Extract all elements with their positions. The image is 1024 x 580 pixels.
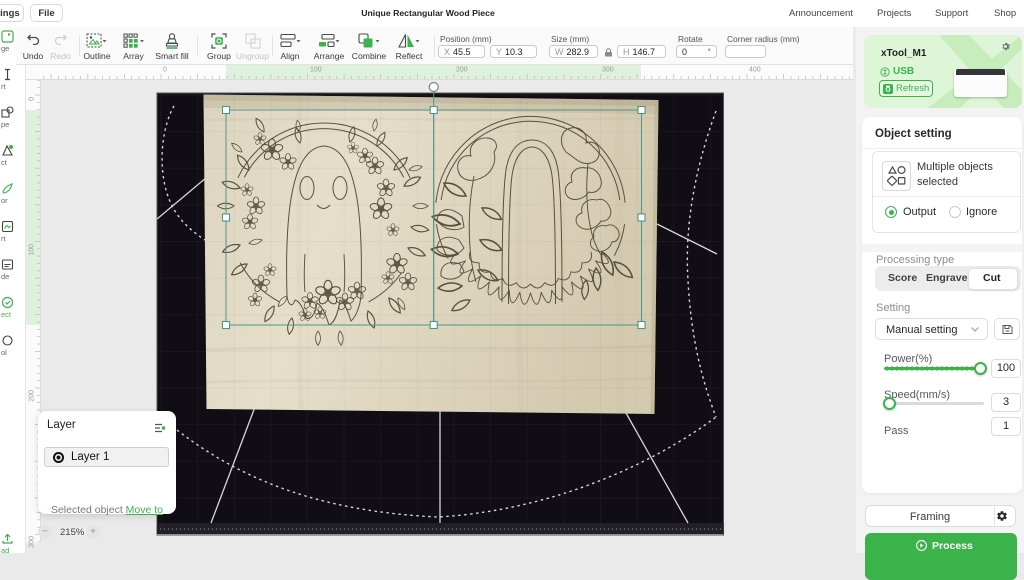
- svg-text:400: 400: [749, 67, 761, 74]
- svg-text:200: 200: [456, 67, 468, 74]
- svg-text:0: 0: [29, 97, 36, 101]
- svg-text:300: 300: [29, 536, 36, 548]
- svg-text:0: 0: [163, 67, 167, 74]
- svg-text:300: 300: [602, 67, 614, 74]
- svg-text:100: 100: [310, 67, 322, 74]
- svg-text:200: 200: [29, 390, 36, 402]
- svg-text:100: 100: [29, 244, 36, 256]
